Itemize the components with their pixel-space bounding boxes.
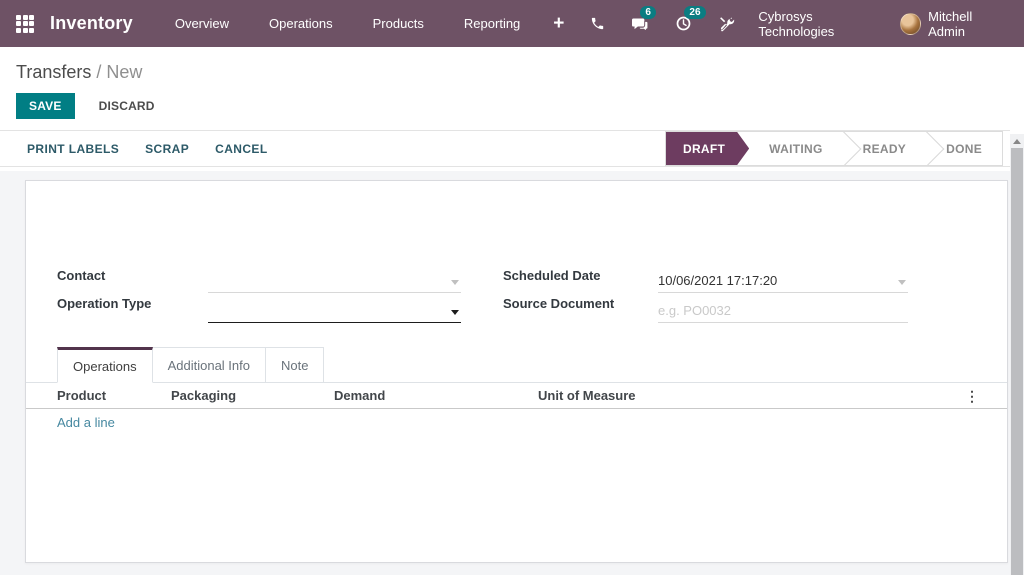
apps-menu-icon[interactable]: [16, 14, 34, 33]
status-draft[interactable]: DRAFT: [666, 132, 749, 165]
status-done[interactable]: DONE: [926, 132, 1002, 165]
scrap-button[interactable]: SCRAP: [145, 138, 189, 160]
phone-icon: [592, 17, 604, 30]
activities-badge: 26: [684, 6, 706, 19]
menu-operations[interactable]: Operations: [249, 0, 353, 47]
breadcrumb-row: Transfers / New: [0, 47, 1024, 89]
scrollbar-thumb[interactable]: [1011, 148, 1023, 575]
contact-field-wrap: [208, 271, 461, 293]
notebook-tabs: Operations Additional Info Note: [26, 347, 1007, 383]
source-document-label: Source Document: [503, 296, 615, 311]
user-name: Mitchell Admin: [928, 8, 973, 39]
scheduled-date-label: Scheduled Date: [503, 268, 601, 283]
menu-reporting[interactable]: Reporting: [444, 0, 540, 47]
messages-badge: 6: [640, 6, 656, 19]
column-unit-of-measure[interactable]: Unit of Measure: [538, 388, 636, 403]
tools-icon: [720, 17, 735, 32]
form-statusbar: PRINT LABELS SCRAP CANCEL DRAFT WAITING …: [0, 130, 1010, 167]
tab-additional-info[interactable]: Additional Info: [152, 347, 266, 383]
user-menu[interactable]: Mitchell Admin: [900, 9, 1008, 39]
menu-products[interactable]: Products: [353, 0, 444, 47]
status-draft-label: DRAFT: [683, 141, 726, 156]
app-title[interactable]: Inventory: [50, 13, 133, 34]
status-waiting-label: WAITING: [769, 141, 823, 156]
add-a-line-link[interactable]: Add a line: [57, 415, 115, 430]
save-button[interactable]: SAVE: [16, 93, 75, 119]
status-done-label: DONE: [946, 141, 982, 156]
quick-create-button[interactable]: +: [540, 0, 577, 47]
company-switcher[interactable]: Cybrosys Technologies: [758, 9, 886, 39]
messages-button[interactable]: 6: [618, 0, 662, 47]
column-product[interactable]: Product: [57, 388, 106, 403]
source-document-field-wrap: [658, 301, 908, 323]
table-row: Add a line: [26, 409, 1007, 436]
form-sheet: Contact Operation Type Scheduled Date So…: [25, 180, 1008, 563]
plus-icon: +: [553, 13, 565, 34]
scheduled-date-input[interactable]: [658, 271, 908, 293]
contact-input[interactable]: [208, 271, 461, 293]
scroll-up-arrow-icon[interactable]: [1010, 134, 1024, 148]
source-document-input[interactable]: [658, 301, 908, 323]
operation-type-field-wrap: [208, 301, 461, 323]
tab-note[interactable]: Note: [266, 347, 325, 383]
operation-type-input[interactable]: [208, 301, 461, 323]
tab-operations[interactable]: Operations: [57, 347, 153, 383]
main-menu: Overview Operations Products Reporting: [155, 0, 540, 47]
status-ready-label: READY: [862, 141, 907, 156]
breadcrumb-transfers[interactable]: Transfers: [16, 62, 91, 82]
print-labels-button[interactable]: PRINT LABELS: [27, 138, 119, 160]
cancel-button[interactable]: CANCEL: [215, 138, 267, 160]
activities-button[interactable]: 26: [662, 0, 706, 47]
form-view-area: Contact Operation Type Scheduled Date So…: [0, 171, 1010, 575]
top-navbar: Inventory Overview Operations Products R…: [0, 0, 1024, 47]
optional-columns-icon[interactable]: ⋮: [965, 386, 979, 406]
discard-button[interactable]: DISCARD: [89, 93, 165, 119]
scheduled-date-field-wrap: [658, 271, 908, 293]
breadcrumb-current: New: [106, 62, 143, 82]
lines-table-header: Product Packaging Demand Unit of Measure…: [26, 383, 1007, 409]
breadcrumb-separator: /: [91, 62, 107, 82]
column-packaging[interactable]: Packaging: [171, 388, 236, 403]
status-pipeline: DRAFT WAITING READY DONE: [665, 131, 1003, 166]
vertical-scrollbar[interactable]: [1010, 134, 1024, 575]
operation-type-label: Operation Type: [57, 296, 152, 311]
column-demand[interactable]: Demand: [334, 388, 385, 403]
systray: + 6 26 Cybrosys Technologies Mitchell Ad…: [540, 0, 1008, 47]
menu-overview[interactable]: Overview: [155, 0, 249, 47]
voip-button[interactable]: [577, 0, 618, 47]
debug-tools-button[interactable]: [705, 0, 748, 47]
record-actions: SAVE DISCARD: [0, 89, 1024, 130]
user-avatar: [900, 12, 922, 35]
breadcrumb: Transfers / New: [16, 62, 1008, 83]
contact-label: Contact: [57, 268, 106, 283]
